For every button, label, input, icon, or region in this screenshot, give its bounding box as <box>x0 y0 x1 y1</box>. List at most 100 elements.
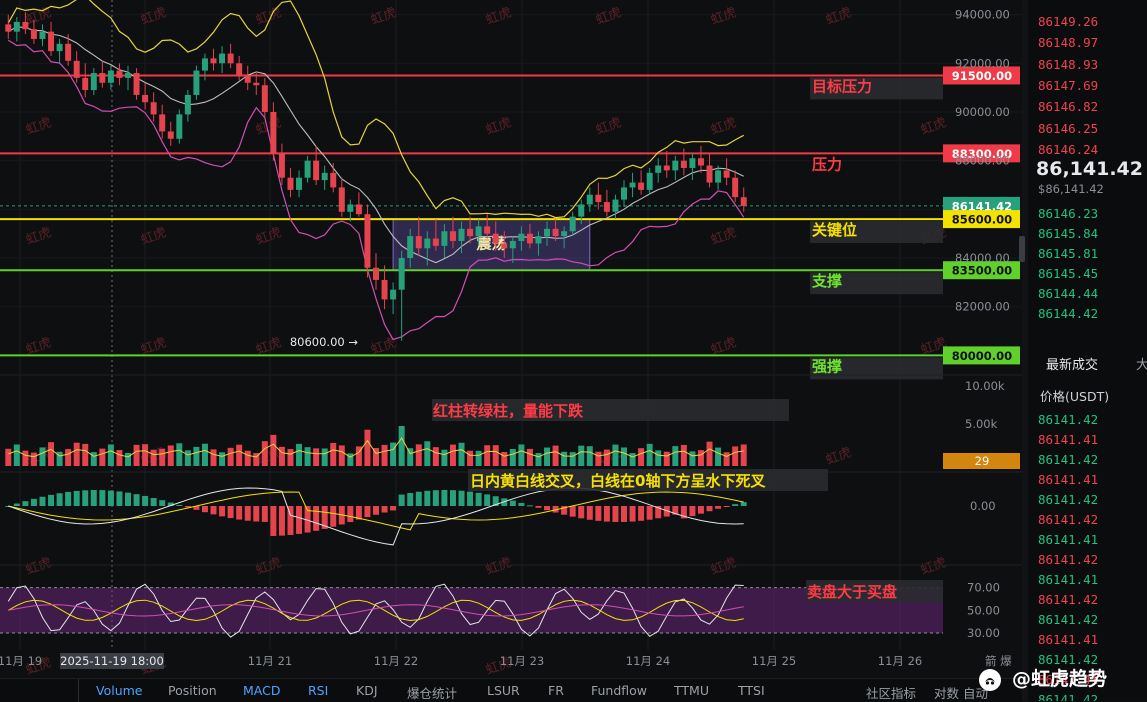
toolbar-item-lsur[interactable]: LSUR <box>487 683 520 698</box>
volume-bar <box>236 444 243 466</box>
toolbar-item-macd[interactable]: MACD <box>243 683 280 698</box>
macd-bar <box>30 498 37 506</box>
rsi-tick-label: 70.00 <box>967 581 1000 595</box>
volume-bar <box>561 451 568 466</box>
volume-bar <box>595 451 602 466</box>
toolbar-right-item[interactable]: 社区指标 <box>866 683 916 702</box>
candle-body <box>219 53 226 64</box>
ask-price[interactable]: 86149.26 <box>1038 14 1098 29</box>
volume-bar <box>518 444 525 466</box>
time-tick-label: 11月 19 <box>0 654 42 668</box>
watermark-text: 虹虎 <box>919 555 949 578</box>
watermark-text: 虹虎 <box>824 5 854 28</box>
tab-latest-trades[interactable]: 最新成交 <box>1046 354 1098 373</box>
rsi-tick-label: 50.00 <box>967 603 1000 617</box>
volume-bar <box>201 443 208 466</box>
toolbar-item-fundflow[interactable]: Fundflow <box>591 683 647 698</box>
ask-price[interactable]: 86146.25 <box>1038 121 1098 136</box>
bid-price[interactable]: 86144.44 <box>1038 286 1098 301</box>
bid-price[interactable]: 86145.45 <box>1038 266 1098 281</box>
bid-price[interactable]: 86145.81 <box>1038 246 1098 261</box>
volume-bar <box>338 445 345 466</box>
volume-bar <box>5 448 12 466</box>
low-marker: 80600.00 → <box>290 335 359 349</box>
watermark-text: 虹虎 <box>484 115 514 138</box>
ask-price[interactable]: 86146.82 <box>1038 99 1098 114</box>
toolbar-item-rsi[interactable]: RSI <box>308 683 328 698</box>
ask-price[interactable]: 86146.24 <box>1038 142 1098 157</box>
watermark-text: 虹虎 <box>709 225 739 248</box>
axis-corner-buttons: 箭 爆 <box>985 654 1012 668</box>
bid-price[interactable]: 86145.84 <box>1038 226 1098 241</box>
candle-body <box>415 236 422 249</box>
macd-bar <box>116 491 123 506</box>
toolbar-item-fr[interactable]: FR <box>548 683 564 698</box>
macd-bar <box>244 506 251 521</box>
volume-bar <box>167 445 174 466</box>
tab-large-trades[interactable]: 大 <box>1136 354 1147 373</box>
candle-body <box>296 177 303 190</box>
candle-body <box>638 182 645 190</box>
chart-area[interactable]: 虹虎 虹虎 虹虎 虹虎 虹虎 虹虎 虹虎 虹虎 虹虎 虹虎 虹虎 虹虎 虹虎 虹虎 虹虎 虹虎 虹虎 虹虎 虹虎 虹虎… <box>0 0 1022 678</box>
candle-body <box>441 231 448 246</box>
volume-bar <box>90 452 97 466</box>
level-annotation: 关键位 <box>812 221 857 239</box>
trade-price: 86141.41 <box>1038 532 1099 547</box>
volume-bar <box>270 434 277 466</box>
candle-body <box>150 102 157 115</box>
crosshair-time-label: 2025-11-19 18:00 <box>60 654 164 668</box>
price-tick-label: 84000.00 <box>955 251 1010 265</box>
macd-bar <box>82 490 89 506</box>
ask-price[interactable]: 86147.69 <box>1038 78 1098 93</box>
macd-bar <box>13 503 20 506</box>
trade-price: 86141.42 <box>1038 492 1099 507</box>
toolbar-item-position[interactable]: Position <box>168 683 217 698</box>
watermark-text: 虹虎 <box>24 225 54 248</box>
bid-price[interactable]: 86144.42 <box>1038 306 1098 321</box>
toolbar-item-volume[interactable]: Volume <box>96 683 143 698</box>
macd-bar <box>578 506 585 519</box>
trade-price: 86141.42 <box>1038 692 1099 701</box>
volume-bar <box>210 449 217 466</box>
volume-bar <box>689 451 696 466</box>
candle-body <box>697 158 704 166</box>
level-annotation: 目标压力 <box>812 77 872 95</box>
bid-price[interactable]: 86146.23 <box>1038 206 1098 221</box>
macd-bar <box>107 490 114 506</box>
candle-body <box>390 289 397 300</box>
watermark-text: 虹虎 <box>254 5 284 28</box>
volume-bar <box>219 452 226 466</box>
macd-bar <box>73 490 80 506</box>
macd-bar <box>236 506 243 520</box>
price-tick-label: 88000.00 <box>955 154 1010 168</box>
volume-bar <box>621 447 627 466</box>
volume-bar <box>638 448 645 466</box>
ask-price[interactable]: 86148.93 <box>1038 57 1098 72</box>
toolbar-item-kdj[interactable]: KDJ <box>356 683 378 698</box>
candle-body <box>689 158 696 168</box>
toolbar-item-爆仓统计[interactable]: 爆仓统计 <box>407 683 457 702</box>
watermark-text: 虹虎 <box>139 225 169 248</box>
candle-body <box>5 24 12 32</box>
scroll-handle[interactable] <box>1019 236 1025 262</box>
price-unit-header: 价格(USDT) <box>1040 389 1110 404</box>
macd-bar <box>535 506 542 508</box>
trade-price: 86141.41 <box>1038 432 1099 447</box>
time-tick-label: 11月 24 <box>626 654 670 668</box>
ask-price[interactable]: 86148.97 <box>1038 35 1098 50</box>
candle-body <box>364 214 371 268</box>
macd-bar <box>381 506 388 513</box>
toolbar-item-ttsi[interactable]: TTSI <box>738 683 765 698</box>
toolbar-item-ttmu[interactable]: TTMU <box>674 683 709 698</box>
volume-bar <box>706 441 713 466</box>
volume-bar <box>578 445 585 466</box>
candle-body <box>458 228 465 241</box>
macd-bar <box>697 506 704 514</box>
volume-bar <box>133 444 140 466</box>
price-chart[interactable]: 虹虎 虹虎 虹虎 虹虎 虹虎 虹虎 虹虎 虹虎虹虎 虹虎 虹虎 虹虎 虹虎 虹虎虹虎 虹虎 虹虎 虹虎虹虎 虹虎… <box>0 0 1022 678</box>
trade-price: 86141.42 <box>1038 412 1099 427</box>
toolbar-right-item[interactable]: 对数 <box>934 683 959 702</box>
macd-bar <box>390 506 397 511</box>
candle-body <box>278 153 285 178</box>
volume-bar <box>732 446 739 466</box>
